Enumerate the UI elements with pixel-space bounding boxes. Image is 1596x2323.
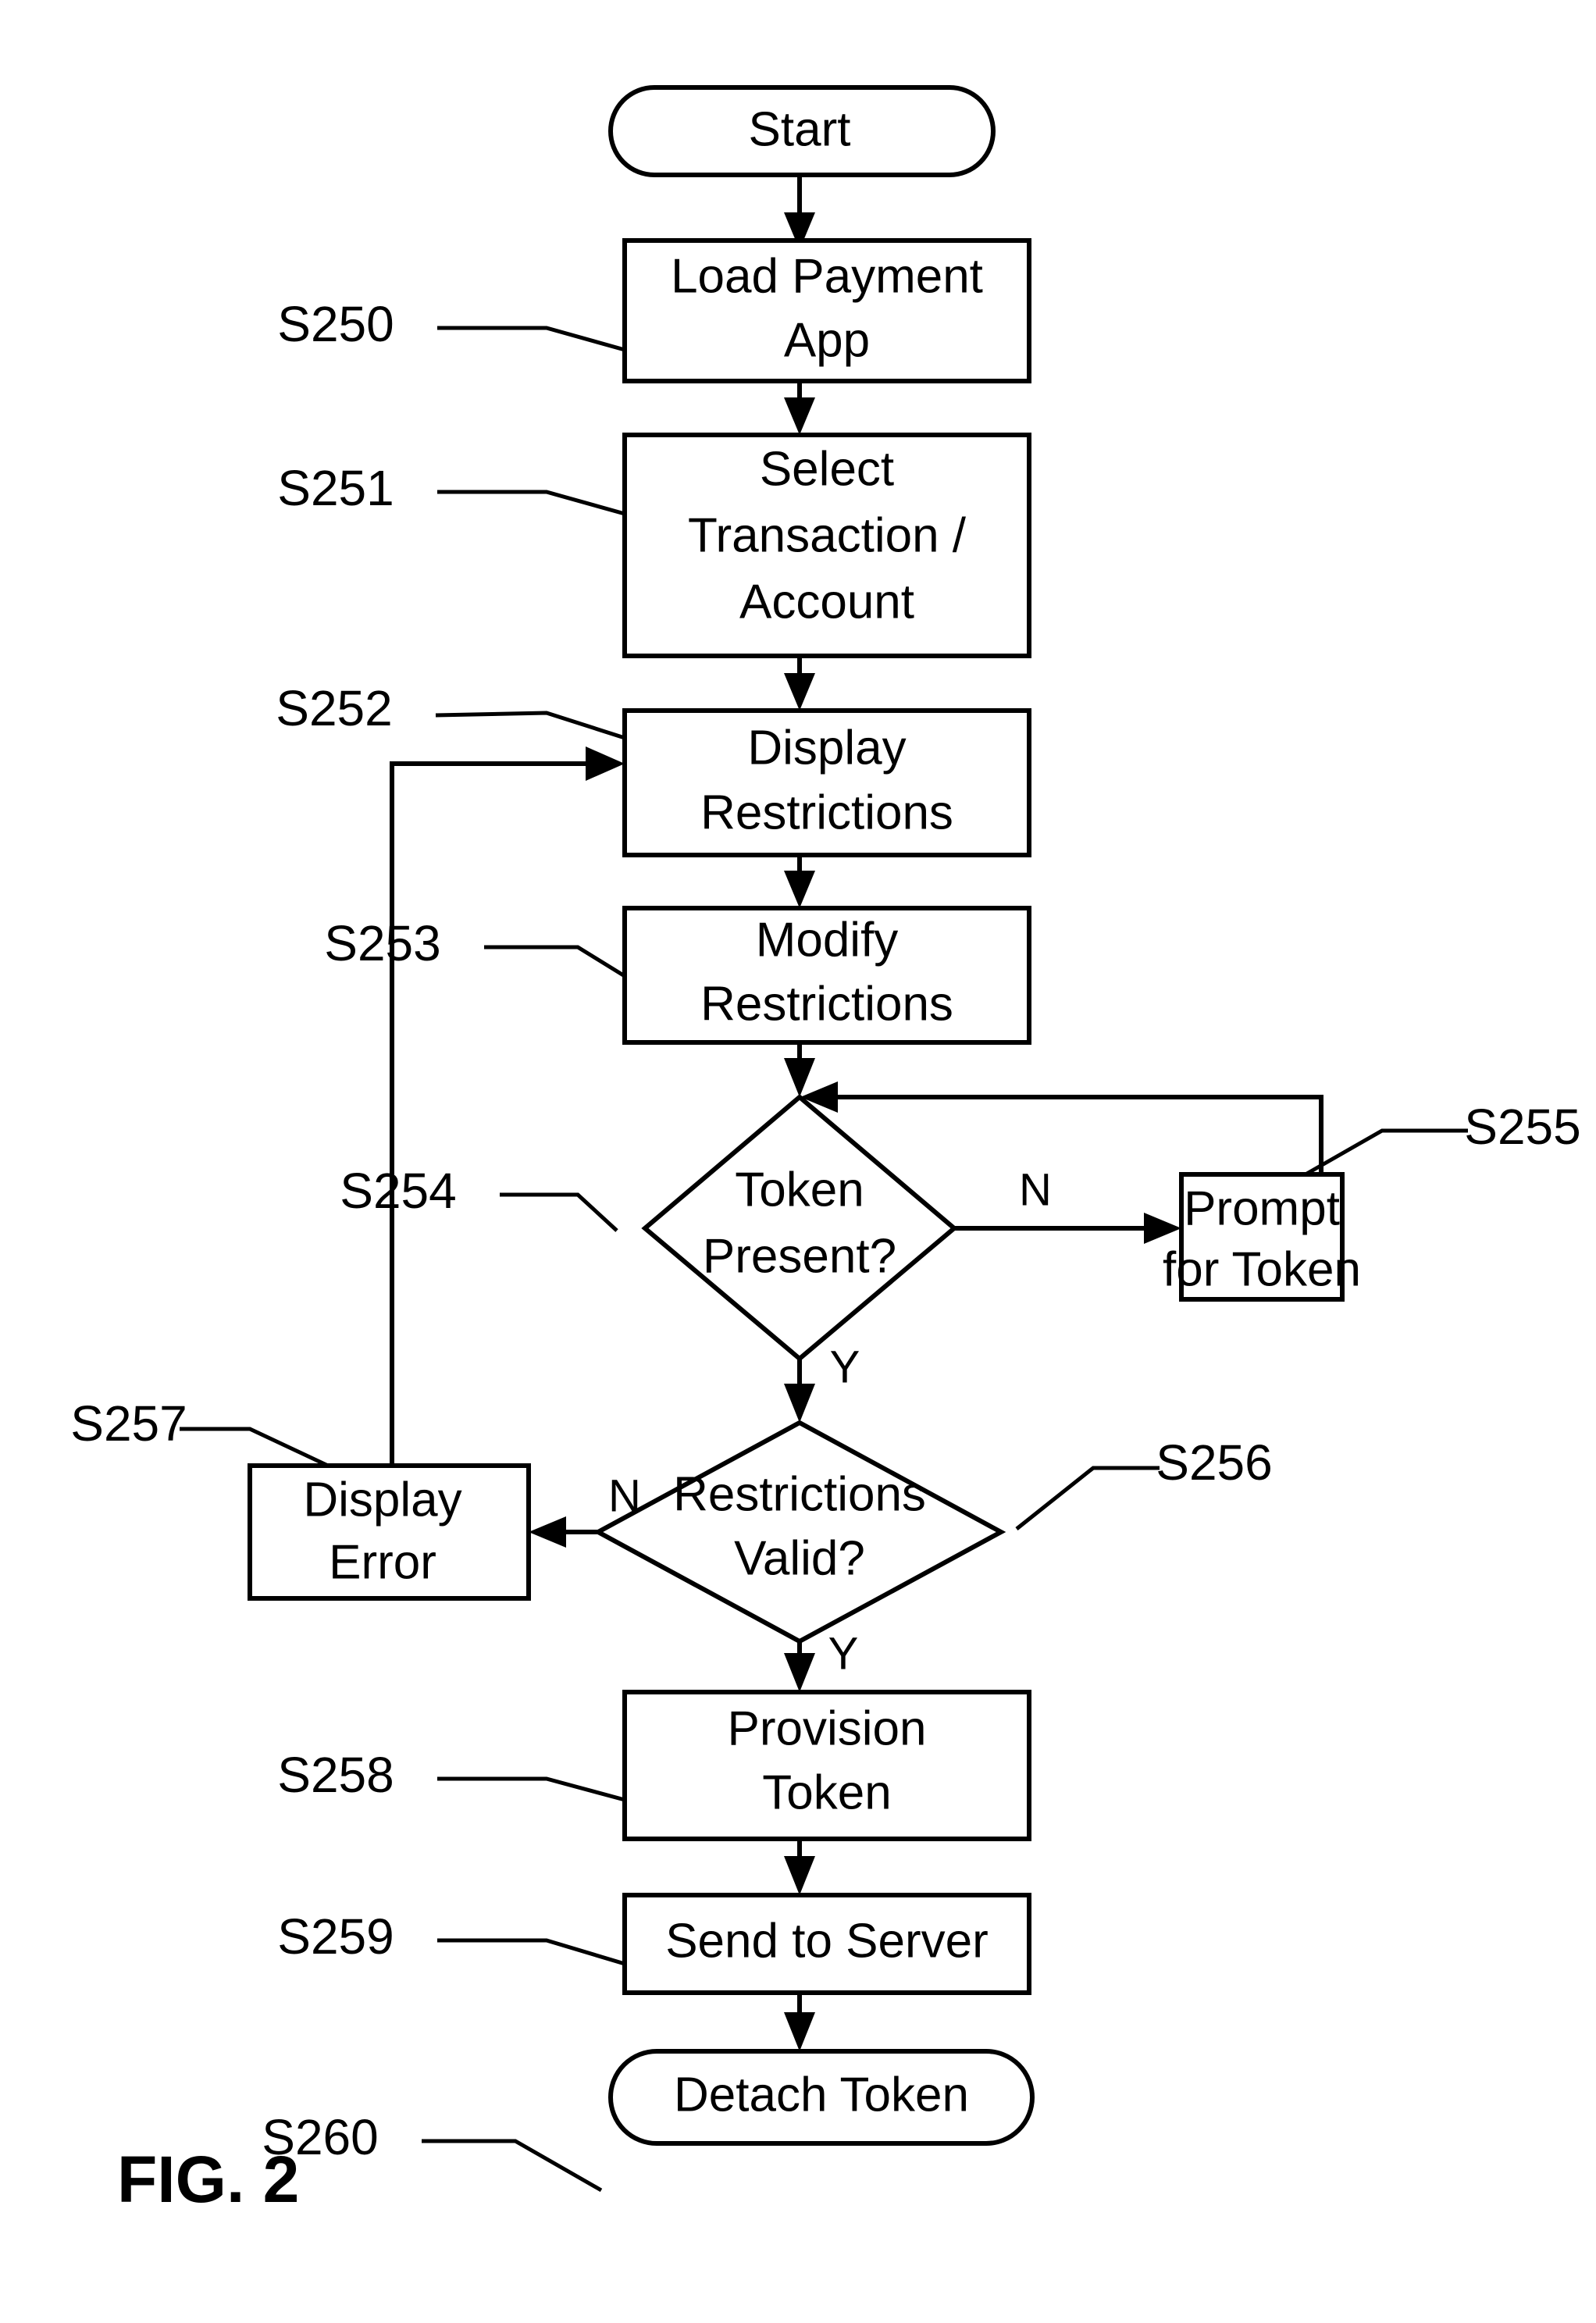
node-s251-line3: Account (739, 575, 914, 629)
connector-s252-to-s253 (784, 855, 815, 908)
connector-s257-to-s252-loop (390, 746, 625, 1466)
node-s254: Token Present? (641, 1094, 958, 1362)
branch-label-restrictions-valid-yes: Y (828, 1628, 859, 1679)
node-s256: Restrictions Valid? (593, 1420, 1006, 1644)
ref-label-s254: S254 (340, 1163, 456, 1219)
node-s259: Send to Server (622, 1893, 1031, 1995)
connector-s251-to-s252 (784, 656, 815, 711)
node-s250-line2: App (784, 313, 870, 367)
node-s252: Display Restrictions (622, 708, 1031, 857)
node-s252-line2: Restrictions (700, 786, 953, 839)
ref-label-s258: S258 (277, 1747, 394, 1803)
leader-s254 (500, 1192, 618, 1232)
leader-s258 (437, 1776, 625, 1802)
leader-s256 (1015, 1466, 1160, 1530)
connector-s259-to-s260 (784, 1993, 815, 2051)
ref-label-s255: S255 (1464, 1099, 1580, 1155)
node-start-label: Start (749, 102, 851, 156)
ref-label-s251: S251 (277, 460, 394, 516)
node-s255-line1: Prompt (1184, 1181, 1340, 1235)
branch-label-token-present-yes: Y (830, 1341, 860, 1392)
node-s255: Prompt for Token (1163, 1172, 1361, 1302)
node-s257: Display Error (248, 1463, 531, 1601)
node-s259-line1: Send to Server (665, 1914, 989, 1968)
connector-s255-to-s254-loop (800, 1081, 1323, 1174)
node-start: Start (608, 85, 996, 177)
node-s257-line2: Error (329, 1535, 436, 1589)
ref-label-s250: S250 (277, 296, 394, 352)
node-s251-line1: Select (760, 442, 894, 496)
flowchart-diagram: Start Load Payment App Select Transactio… (70, 85, 1581, 2216)
figure-label: FIG. 2 (117, 2143, 299, 2216)
ref-label-s252: S252 (276, 680, 392, 736)
leader-s252 (435, 711, 625, 740)
leader-s260 (422, 2139, 603, 2193)
node-s258-line1: Provision (728, 1701, 927, 1755)
node-s254-line1: Token (735, 1163, 864, 1217)
connector-s258-to-s259 (784, 1839, 815, 1895)
leader-s251 (437, 490, 625, 516)
node-s256-line1: Restrictions (673, 1467, 926, 1521)
node-s258-line2: Token (762, 1765, 891, 1819)
node-s255-line2: for Token (1163, 1242, 1361, 1296)
node-s253-line1: Modify (756, 913, 899, 967)
ref-label-s256: S256 (1156, 1434, 1272, 1491)
node-s260: Detach Token (608, 2049, 1035, 2146)
node-s251-line2: Transaction / (688, 508, 967, 562)
node-s256-line2: Valid? (734, 1531, 865, 1585)
branch-label-restrictions-valid-no: N (608, 1470, 641, 1521)
ref-label-s253: S253 (324, 915, 440, 971)
leader-s250 (437, 326, 625, 352)
ref-label-s257: S257 (70, 1395, 187, 1452)
leader-s255 (1304, 1128, 1468, 1177)
connector-s253-to-s254 (784, 1041, 815, 1097)
leader-s257 (180, 1427, 330, 1468)
node-s250-line1: Load Payment (671, 249, 983, 303)
node-s254-line2: Present? (703, 1229, 896, 1283)
connector-s254-no-to-s255 (954, 1213, 1181, 1244)
leader-s253 (484, 945, 626, 978)
node-s250: Load Payment App (622, 238, 1031, 383)
node-s260-label: Detach Token (674, 2068, 969, 2122)
connector-s250-to-s251 (784, 380, 815, 435)
ref-label-s259: S259 (277, 1908, 394, 1965)
node-s257-line1: Display (303, 1473, 461, 1527)
node-s252-line1: Display (747, 721, 906, 775)
patent-figure: Start Load Payment App Select Transactio… (0, 0, 1596, 2323)
branch-label-token-present-no: N (1019, 1164, 1052, 1215)
node-s251: Select Transaction / Account (622, 433, 1031, 658)
node-s253: Modify Restrictions (622, 906, 1031, 1045)
leader-s259 (437, 1938, 625, 1966)
node-s253-line2: Restrictions (700, 977, 953, 1031)
node-s258: Provision Token (622, 1690, 1031, 1841)
